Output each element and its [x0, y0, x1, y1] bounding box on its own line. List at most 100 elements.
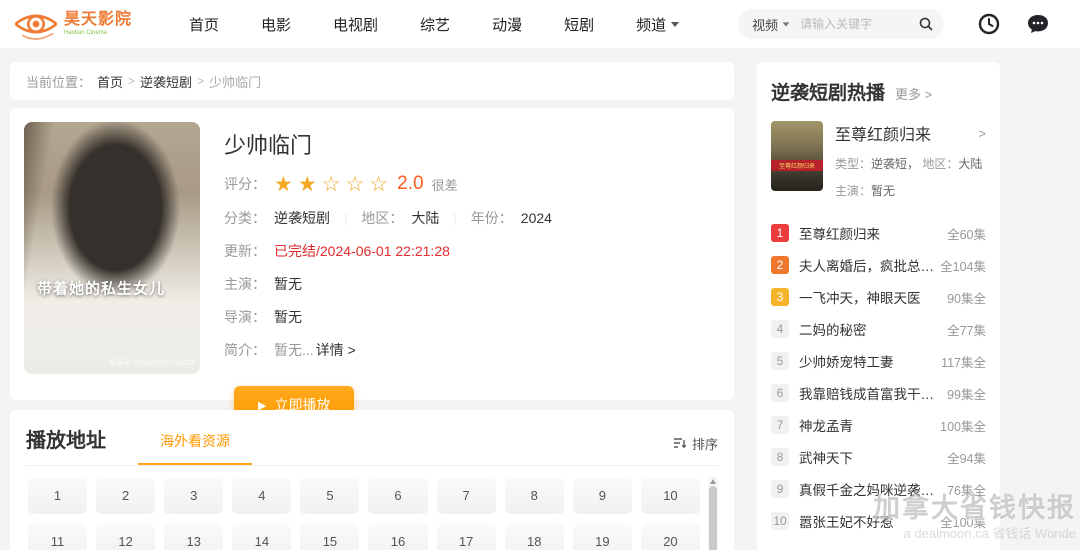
category-value[interactable]: 逆袭短剧 — [274, 208, 330, 228]
breadcrumb-section-link[interactable]: 逆袭短剧 — [140, 72, 192, 91]
star-rating-icons[interactable]: ★★☆☆☆ — [274, 174, 393, 195]
ranking-title[interactable]: 嚣张王妃不好惹 — [799, 511, 894, 531]
episode-button[interactable]: 3 — [164, 478, 224, 514]
video-poster[interactable]: 带着她的私生女儿 备案号:1911626230718023 — [24, 122, 200, 374]
message-icon[interactable] — [1026, 13, 1050, 35]
update-value: 已完结/2024-06-01 22:21:28 — [274, 243, 450, 259]
ranking-title[interactable]: 我靠赔钱成首富我干啥赔啥 — [799, 383, 937, 403]
featured-info: 至尊红颜归来 > 类型：逆袭短， 地区：大陆 主演：暂无 — [835, 121, 986, 199]
nav-item-tv[interactable]: 电视剧 — [312, 14, 399, 35]
ranking-title[interactable]: 至尊红颜归来 — [799, 223, 880, 243]
breadcrumb-home-link[interactable]: 首页 — [97, 72, 123, 91]
ranking-title[interactable]: 二妈的秘密 — [799, 319, 867, 339]
ranking-item[interactable]: 2 夫人离婚后，疯批总裁他慌了 全104集 — [771, 249, 986, 281]
director-label: 导演： — [224, 309, 266, 325]
divider: | — [344, 210, 348, 226]
episode-button[interactable]: 11 — [28, 524, 88, 550]
episode-count: 117集全 — [941, 355, 986, 370]
category-label: 分类： — [224, 210, 266, 226]
intro-row: 简介： 暂无... 详情 > — [224, 340, 720, 360]
episode-button[interactable]: 12 — [96, 524, 156, 550]
episode-button[interactable]: 2 — [96, 478, 156, 514]
ranking-title[interactable]: 一飞冲天，神眼天医 — [799, 287, 921, 307]
main-nav: 首页 电影 电视剧 综艺 动漫 短剧 频道 — [168, 14, 700, 35]
year-value[interactable]: 2024 — [521, 210, 552, 226]
featured-type-label: 类型： — [835, 157, 872, 171]
ranking-item[interactable]: 8 武神天下 全94集 — [771, 441, 986, 473]
rank-badge: 1 — [771, 224, 789, 242]
episode-button[interactable]: 7 — [436, 478, 496, 514]
intro-value: 暂无... — [274, 342, 314, 358]
ranking-item[interactable]: 1 至尊红颜归来 全60集 — [771, 217, 986, 249]
nav-label: 短剧 — [564, 16, 595, 34]
episode-button[interactable]: 10 — [640, 478, 700, 514]
poster-caption: 带着她的私生女儿 — [37, 280, 166, 298]
episode-button[interactable]: 17 — [436, 524, 496, 550]
nav-item-anime[interactable]: 动漫 — [471, 14, 543, 35]
search-icon[interactable] — [918, 16, 934, 32]
episode-button[interactable]: 19 — [572, 524, 632, 550]
episode-button[interactable]: 18 — [504, 524, 564, 550]
source-tab-overseas[interactable]: 海外看资源 — [138, 431, 252, 465]
episode-count: 全100集 — [940, 515, 986, 530]
search-category-dropdown[interactable]: 视频 — [752, 15, 790, 34]
ranking-title[interactable]: 武神天下 — [799, 447, 853, 467]
history-icon[interactable] — [978, 13, 1000, 35]
episode-button[interactable]: 5 — [300, 478, 360, 514]
ranking-title[interactable]: 夫人离婚后，疯批总裁他慌了 — [799, 255, 937, 275]
episode-button[interactable]: 6 — [368, 478, 428, 514]
play-address-title: 播放地址 — [26, 430, 106, 452]
ranking-title[interactable]: 真假千金之妈咪逆袭归来 — [799, 479, 937, 499]
episode-button[interactable]: 14 — [232, 524, 292, 550]
episode-count: 100集全 — [940, 419, 986, 434]
rating-score: 2.0 — [397, 173, 424, 194]
sidebar-title: 逆袭短剧热播 — [771, 83, 886, 104]
chevron-right-icon[interactable]: > — [978, 126, 986, 141]
nav-item-variety[interactable]: 综艺 — [399, 14, 471, 35]
featured-title[interactable]: 至尊红颜归来 — [835, 121, 931, 145]
episode-button[interactable]: 15 — [300, 524, 360, 550]
intro-more-link[interactable]: 详情 > — [316, 340, 356, 360]
ranking-title[interactable]: 少帅娇宠特工妻 — [799, 351, 894, 371]
episode-button[interactable]: 4 — [232, 478, 292, 514]
episode-scrollbar[interactable] — [708, 476, 718, 550]
episode-count: 99集全 — [947, 387, 986, 402]
stars-empty: ☆☆☆ — [321, 172, 394, 196]
episode-button[interactable]: 16 — [368, 524, 428, 550]
episode-button[interactable]: 13 — [164, 524, 224, 550]
nav-label: 首页 — [189, 16, 220, 34]
ranking-item[interactable]: 4 二妈的秘密 全77集 — [771, 313, 986, 345]
sort-control[interactable]: 排序 — [673, 434, 718, 465]
scrollbar-thumb[interactable] — [709, 486, 717, 550]
episode-button[interactable]: 20 — [640, 524, 700, 550]
nav-item-home[interactable]: 首页 — [168, 14, 240, 35]
ranking-item[interactable]: 7 神龙孟青 100集全 — [771, 409, 986, 441]
episode-button[interactable]: 9 — [572, 478, 632, 514]
ranking-item[interactable]: 10 嚣张王妃不好惹 全100集 — [771, 505, 986, 537]
nav-item-movies[interactable]: 电影 — [240, 14, 312, 35]
episode-button[interactable]: 1 — [28, 478, 88, 514]
rank-badge: 2 — [771, 256, 789, 274]
search-bar: 视频 — [738, 9, 945, 39]
ranking-item[interactable]: 6 我靠赔钱成首富我干啥赔啥 99集全 — [771, 377, 986, 409]
nav-item-shorts[interactable]: 短剧 — [543, 14, 615, 35]
sort-label: 排序 — [691, 437, 718, 452]
nav-label: 电影 — [261, 16, 292, 34]
director-row: 导演： 暂无 — [224, 307, 720, 327]
ranking-item[interactable]: 5 少帅娇宠特工妻 117集全 — [771, 345, 986, 377]
featured-thumbnail[interactable]: 至尊红颜归来 — [771, 121, 823, 191]
chevron-down-icon — [671, 21, 680, 27]
region-value[interactable]: 大陆 — [411, 208, 439, 228]
featured-item[interactable]: 至尊红颜归来 至尊红颜归来 > 类型：逆袭短， 地区：大陆 主演：暂无 — [771, 121, 986, 199]
more-link[interactable]: 更多 > — [895, 84, 932, 103]
ranking-item[interactable]: 9 真假千金之妈咪逆袭归来 76集全 — [771, 473, 986, 505]
ranking-title[interactable]: 神龙孟青 — [799, 415, 853, 435]
featured-region-label: 地区： — [922, 157, 959, 171]
episode-count: 全60集 — [947, 227, 986, 242]
episode-button[interactable]: 8 — [504, 478, 564, 514]
nav-item-channels[interactable]: 频道 — [615, 14, 700, 35]
ranking-item[interactable]: 3 一飞冲天，神眼天医 90集全 — [771, 281, 986, 313]
scrollbar-up-icon[interactable] — [710, 479, 716, 484]
search-input[interactable] — [800, 17, 911, 31]
site-logo[interactable]: 昊天影院 Haotian Cinema — [10, 6, 140, 42]
